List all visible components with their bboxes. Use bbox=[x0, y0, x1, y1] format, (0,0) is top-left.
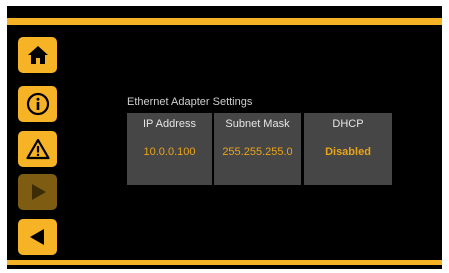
top-accent-bar bbox=[7, 18, 442, 25]
back-button[interactable] bbox=[18, 219, 57, 255]
device-screen: Ethernet Adapter Settings IP Address 10.… bbox=[7, 6, 442, 269]
ip-address-tile[interactable]: IP Address 10.0.0.100 bbox=[127, 113, 212, 185]
subnet-mask-label: Subnet Mask bbox=[225, 118, 290, 130]
bottom-accent-bar bbox=[7, 260, 442, 265]
back-icon bbox=[29, 229, 44, 245]
section-title: Ethernet Adapter Settings bbox=[127, 96, 253, 108]
dhcp-tile[interactable]: DHCP Disabled bbox=[304, 113, 392, 185]
info-icon bbox=[26, 92, 49, 116]
warning-icon bbox=[25, 138, 50, 160]
dhcp-label: DHCP bbox=[332, 118, 364, 130]
home-button[interactable] bbox=[18, 37, 57, 73]
home-icon bbox=[27, 46, 48, 64]
play-icon bbox=[31, 184, 46, 200]
dhcp-value: Disabled bbox=[325, 146, 371, 158]
subnet-mask-value: 255.255.255.0 bbox=[222, 146, 293, 158]
warning-button[interactable] bbox=[18, 131, 57, 167]
subnet-mask-tile[interactable]: Subnet Mask 255.255.255.0 bbox=[214, 113, 301, 185]
ip-address-value: 10.0.0.100 bbox=[143, 146, 196, 158]
play-button[interactable] bbox=[18, 174, 57, 210]
ip-address-label: IP Address bbox=[143, 118, 196, 130]
info-button[interactable] bbox=[18, 86, 57, 122]
